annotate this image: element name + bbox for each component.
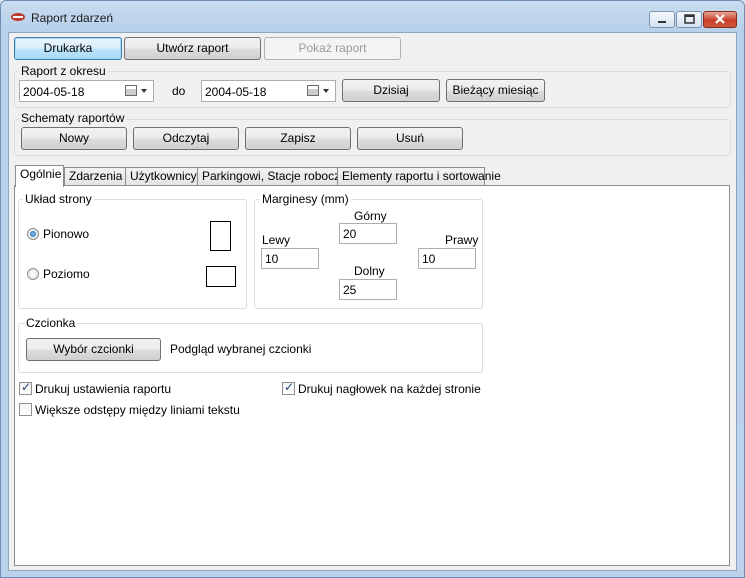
title-bar[interactable]: Raport zdarzeń [1, 1, 744, 33]
minimize-icon [658, 21, 666, 23]
tab-label: Ogólnie [20, 167, 62, 181]
show-report-label: Pokaż raport [298, 41, 367, 55]
date-to-picker[interactable]: 2004-05-18 [201, 80, 336, 102]
landscape-radio[interactable] [27, 268, 39, 280]
page-layout-group [18, 199, 247, 309]
print-settings-checkbox[interactable] [19, 380, 32, 395]
schemes-label: Schematy raportów [19, 111, 127, 125]
client-area: Drukarka Utwórz raport Pokaż raport Rapo… [8, 32, 737, 571]
minimize-button[interactable] [649, 11, 675, 28]
printer-button[interactable]: Drukarka [14, 37, 122, 60]
tab-label: Zdarzenia [69, 169, 123, 183]
maximize-icon [684, 14, 695, 24]
main-window: Raport zdarzeń Drukarka Utwórz raport Po… [0, 0, 745, 578]
current-month-button[interactable]: Bieżący miesiąc [446, 79, 545, 102]
read-label: Odczytaj [162, 131, 210, 145]
header-each-page-label[interactable]: Drukuj nagłowek na każdej stronie [298, 382, 481, 396]
top-margin-value: 20 [343, 227, 357, 241]
portrait-label[interactable]: Pionowo [43, 227, 89, 241]
wider-spacing-checkbox[interactable] [19, 403, 32, 416]
print-settings-label[interactable]: Drukuj ustawienia raportu [35, 382, 171, 396]
current-month-label: Bieżący miesiąc [452, 83, 539, 97]
tab-users[interactable]: Użytkownicy [125, 167, 198, 186]
save-scheme-button[interactable]: Zapisz [245, 127, 351, 150]
wider-spacing-label[interactable]: Większe odstępy między liniami tekstu [35, 403, 240, 417]
left-margin-value: 10 [265, 252, 279, 266]
close-icon [715, 14, 725, 24]
delete-scheme-button[interactable]: Usuń [357, 127, 463, 150]
date-from-value: 2004-05-18 [23, 85, 85, 99]
tab-label: Użytkownicy [130, 169, 197, 183]
left-margin-input[interactable]: 10 [261, 248, 319, 269]
portrait-radio[interactable] [27, 228, 39, 240]
maximize-button[interactable] [676, 11, 702, 28]
landscape-preview-icon [206, 266, 236, 287]
calendar-icon[interactable] [307, 85, 319, 96]
today-label: Dzisiaj [373, 83, 409, 97]
header-each-page-checkbox[interactable] [282, 380, 295, 395]
font-label: Czcionka [24, 316, 78, 330]
dropdown-arrow-icon[interactable] [141, 89, 147, 93]
today-button[interactable]: Dzisiaj [342, 79, 440, 102]
create-report-button[interactable]: Utwórz raport [124, 37, 261, 60]
period-label: Raport z okresu [19, 64, 108, 78]
page-layout-label: Układ strony [23, 192, 94, 206]
dropdown-arrow-icon[interactable] [323, 89, 329, 93]
bottom-margin-input[interactable]: 25 [339, 279, 397, 300]
top-margin-input[interactable]: 20 [339, 223, 397, 244]
right-margin-label: Prawy [445, 233, 479, 247]
tab-parking-workstations[interactable]: Parkingowi, Stacje robocze [197, 167, 347, 186]
portrait-preview-icon [210, 221, 231, 251]
tab-report-elements[interactable]: Elementy raportu i sortowanie [337, 167, 501, 186]
save-label: Zapisz [280, 131, 316, 145]
right-margin-value: 10 [422, 252, 436, 266]
calendar-icon[interactable] [125, 85, 137, 96]
tab-label: Elementy raportu i sortowanie [342, 169, 501, 183]
app-icon [11, 13, 25, 21]
choose-font-button[interactable]: Wybór czcionki [26, 338, 161, 361]
bottom-margin-label: Dolny [354, 264, 385, 278]
printer-button-label: Drukarka [43, 41, 93, 55]
left-margin-label: Lewy [262, 233, 291, 247]
tab-general[interactable]: Ogólnie [15, 165, 64, 187]
top-margin-label: Górny [354, 209, 387, 223]
tab-events[interactable]: Zdarzenia [64, 167, 126, 186]
create-report-label: Utwórz raport [156, 41, 229, 55]
right-margin-input[interactable]: 10 [418, 248, 476, 269]
delete-label: Usuń [395, 131, 424, 145]
new-scheme-button[interactable]: Nowy [21, 127, 127, 150]
bottom-margin-value: 25 [343, 283, 357, 297]
close-button[interactable] [703, 11, 737, 28]
tab-panel-general: Układ strony Pionowo Poziomo Marginesy (… [14, 185, 730, 566]
window-title: Raport zdarzeń [31, 11, 114, 25]
to-label: do [172, 84, 186, 98]
show-report-button: Pokaż raport [264, 37, 401, 60]
tab-label: Parkingowi, Stacje robocze [202, 169, 347, 183]
font-preview-text: Podgląd wybranej czcionki [170, 342, 312, 356]
margins-label: Marginesy (mm) [260, 192, 351, 206]
date-to-value: 2004-05-18 [205, 85, 267, 99]
new-label: Nowy [58, 131, 89, 145]
choose-font-label: Wybór czcionki [53, 342, 134, 356]
landscape-label[interactable]: Poziomo [43, 267, 90, 281]
date-from-picker[interactable]: 2004-05-18 [19, 80, 154, 102]
read-scheme-button[interactable]: Odczytaj [133, 127, 239, 150]
